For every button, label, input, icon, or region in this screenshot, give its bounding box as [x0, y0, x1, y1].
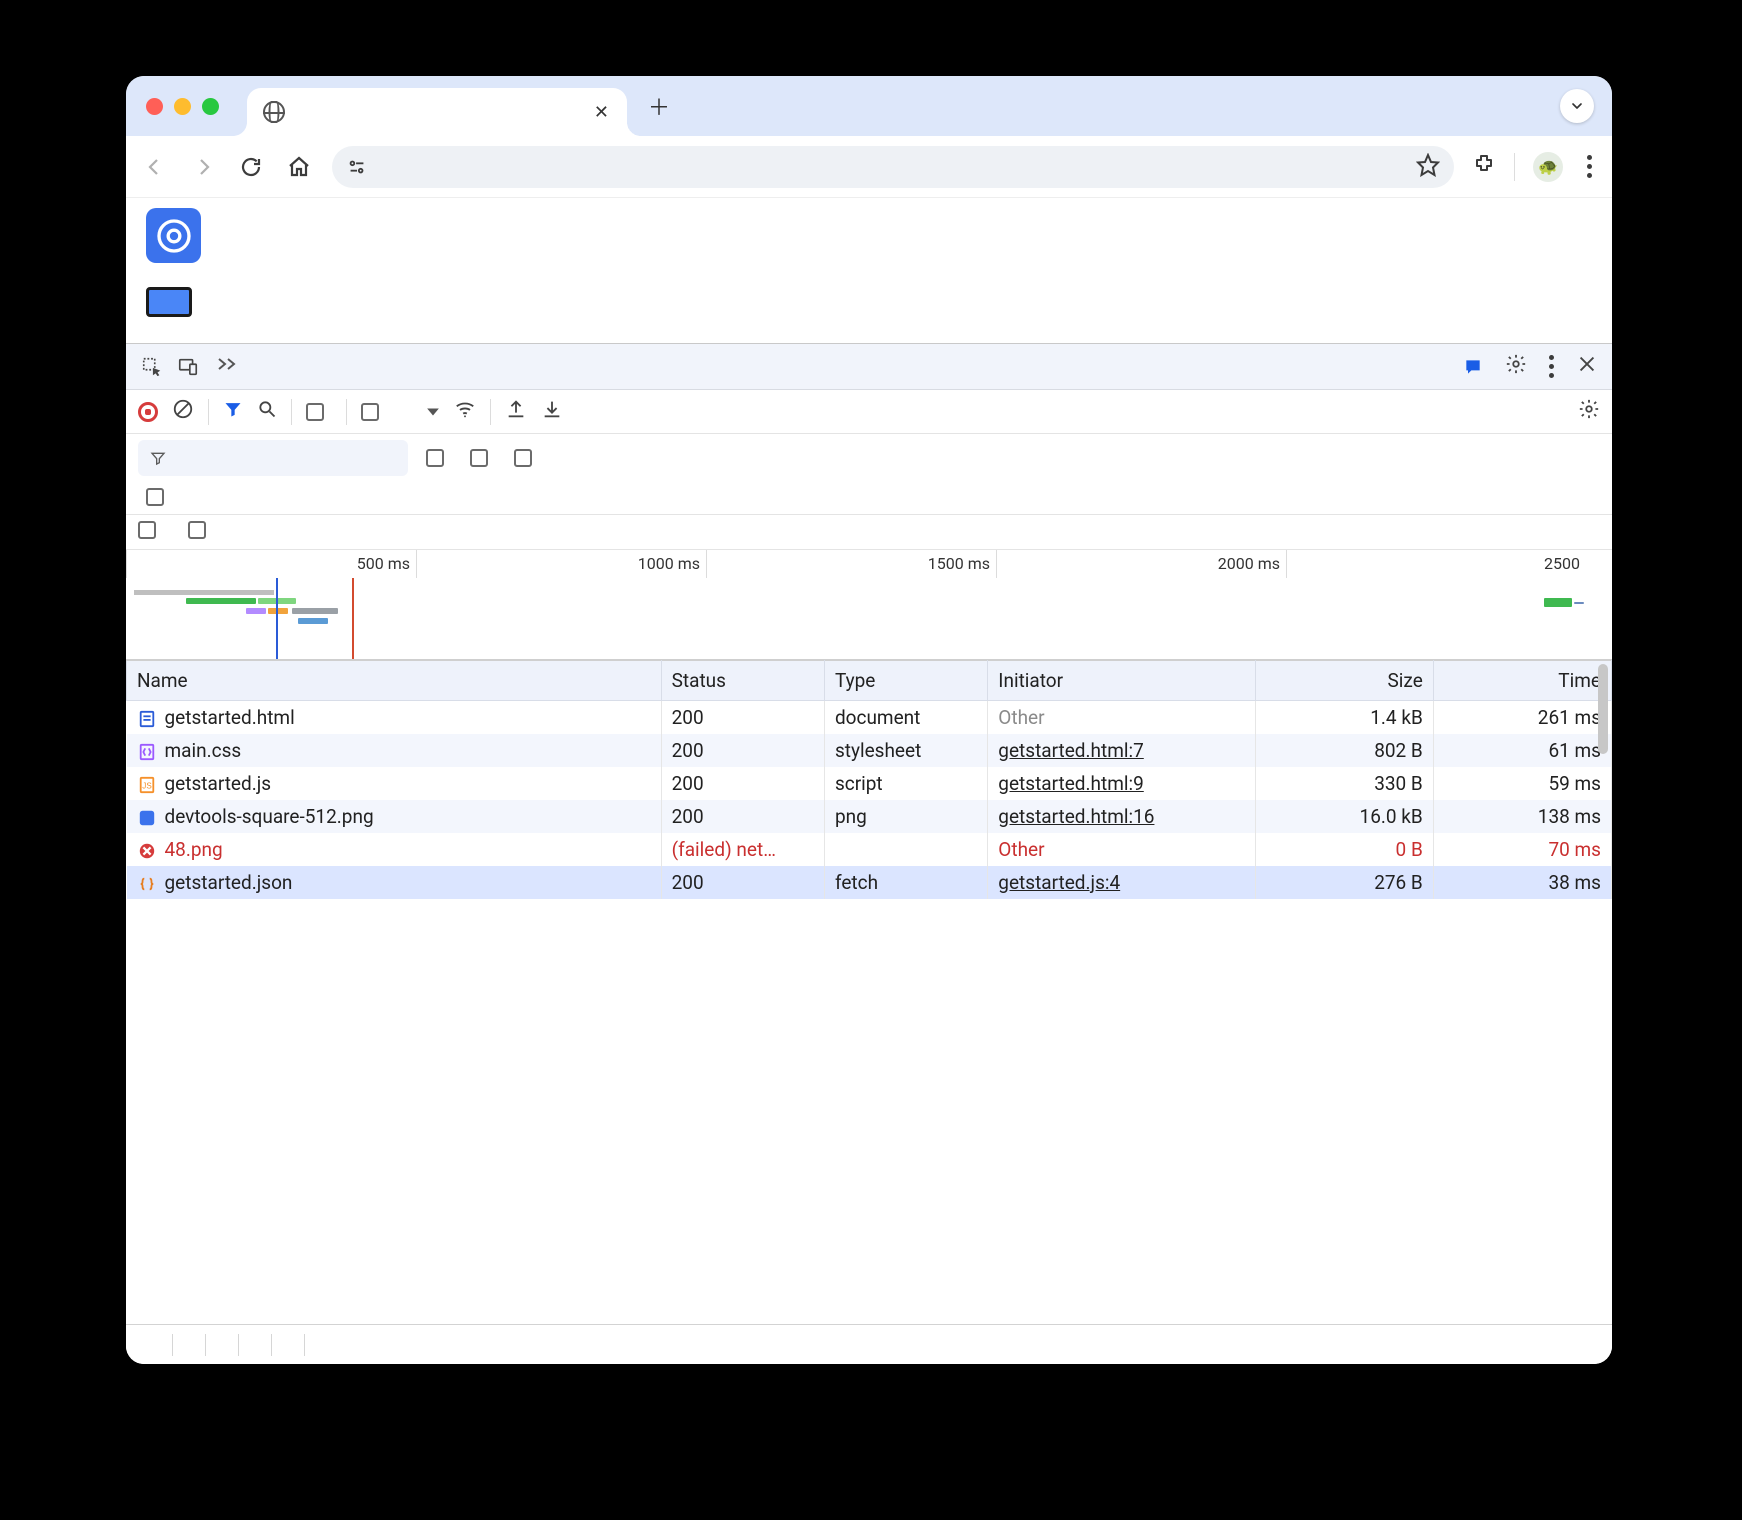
svg-text:JS: JS — [142, 782, 152, 791]
hide-data-urls-checkbox[interactable] — [470, 449, 496, 467]
browser-tab[interactable]: ✕ — [247, 88, 627, 136]
request-row[interactable]: JSgetstarted.js200scriptgetstarted.html:… — [127, 767, 1612, 800]
file-type-icon — [137, 874, 157, 894]
network-settings-button[interactable] — [1578, 398, 1600, 425]
initiator-link[interactable]: getstarted.html:16 — [998, 805, 1154, 828]
extensions-button[interactable] — [1472, 153, 1496, 181]
import-har-button[interactable] — [541, 398, 563, 425]
file-type-icon — [137, 742, 157, 762]
close-window-button[interactable] — [146, 98, 163, 115]
hide-extension-urls-checkbox[interactable] — [514, 449, 540, 467]
blocked-requests-checkbox[interactable] — [138, 521, 164, 539]
column-type[interactable]: Type — [824, 661, 987, 701]
clear-button[interactable] — [172, 398, 194, 425]
browser-toolbar: 🐢 — [126, 136, 1612, 198]
minimize-window-button[interactable] — [174, 98, 191, 115]
filter-toggle-button[interactable] — [223, 399, 243, 424]
file-type-icon — [137, 841, 157, 861]
separator — [1514, 153, 1515, 181]
block-filter-row — [126, 515, 1612, 550]
record-button[interactable] — [138, 402, 158, 422]
reload-button[interactable] — [236, 152, 266, 182]
chat-icon — [1463, 357, 1483, 377]
close-devtools-button[interactable] — [1576, 353, 1598, 380]
file-type-icon: JS — [137, 775, 157, 795]
titlebar: ✕ ＋ — [126, 76, 1612, 136]
request-row[interactable]: getstarted.json200fetchgetstarted.js:427… — [127, 866, 1612, 899]
bookmark-button[interactable] — [1416, 153, 1440, 181]
devtools-menu-button[interactable] — [1543, 355, 1560, 378]
column-initiator[interactable]: Initiator — [988, 661, 1255, 701]
preserve-log-checkbox[interactable] — [306, 403, 332, 421]
vertical-scrollbar[interactable] — [1596, 660, 1610, 1324]
network-table: NameStatusTypeInitiatorSizeTime getstart… — [126, 660, 1612, 1324]
request-row[interactable]: main.css200stylesheetgetstarted.html:780… — [127, 734, 1612, 767]
network-toolbar — [126, 390, 1612, 434]
resource-type-filter — [126, 482, 1612, 515]
new-tab-button[interactable]: ＋ — [641, 88, 677, 124]
chevron-down-icon — [1569, 98, 1585, 114]
column-time[interactable]: Time — [1433, 661, 1611, 701]
initiator-link[interactable]: getstarted.html:7 — [998, 739, 1143, 762]
window-controls — [146, 98, 219, 115]
back-button[interactable] — [140, 152, 170, 182]
filter-input[interactable] — [138, 440, 408, 476]
invert-checkbox[interactable] — [426, 449, 452, 467]
disable-cache-checkbox[interactable] — [361, 403, 387, 421]
file-type-icon — [137, 808, 157, 828]
profile-button[interactable]: 🐢 — [1533, 152, 1563, 182]
request-row[interactable]: devtools-square-512.png200pnggetstarted.… — [127, 800, 1612, 833]
initiator-link[interactable]: getstarted.js:4 — [998, 871, 1120, 894]
network-conditions-button[interactable] — [454, 398, 476, 425]
file-type-icon — [137, 709, 157, 729]
forward-button[interactable] — [188, 152, 218, 182]
home-button[interactable] — [284, 152, 314, 182]
blocked-cookies-checkbox[interactable] — [146, 488, 172, 506]
close-tab-button[interactable]: ✕ — [590, 102, 613, 123]
column-name[interactable]: Name — [127, 661, 662, 701]
filter-row — [126, 434, 1612, 482]
funnel-icon — [150, 450, 166, 466]
issues-button[interactable] — [1463, 357, 1489, 377]
device-toolbar-button[interactable] — [170, 356, 206, 378]
export-har-button[interactable] — [505, 398, 527, 425]
page-content — [126, 198, 1612, 343]
devtools-logo-icon — [146, 208, 201, 263]
initiator-link[interactable]: getstarted.html:9 — [998, 772, 1143, 795]
tab-search-button[interactable] — [1560, 89, 1594, 123]
request-row[interactable]: getstarted.html200documentOther1.4 kB261… — [127, 701, 1612, 735]
browser-window: ✕ ＋ 🐢 — [126, 76, 1612, 1364]
status-bar — [126, 1324, 1612, 1364]
column-size[interactable]: Size — [1255, 661, 1433, 701]
fullscreen-window-button[interactable] — [202, 98, 219, 115]
overview-timeline[interactable]: 500 ms1000 ms1500 ms2000 ms2500 — [126, 550, 1612, 660]
search-button[interactable] — [257, 399, 277, 424]
timeline-tick: 500 ms — [126, 550, 416, 578]
timeline-tick: 1500 ms — [706, 550, 996, 578]
more-tabs-button[interactable] — [206, 355, 250, 378]
settings-button[interactable] — [1505, 353, 1527, 380]
third-party-checkbox[interactable] — [188, 521, 214, 539]
timeline-tick: 2500 — [1286, 550, 1586, 578]
request-row[interactable]: 48.png(failed) net…Other0 B70 ms — [127, 833, 1612, 866]
throttling-select[interactable] — [401, 400, 440, 423]
site-settings-icon[interactable] — [346, 156, 368, 178]
globe-icon — [263, 101, 285, 123]
address-bar[interactable] — [332, 146, 1454, 188]
inspect-element-button[interactable] — [134, 356, 170, 378]
timeline-tick: 1000 ms — [416, 550, 706, 578]
devtools-tabs — [126, 344, 1612, 390]
menu-button[interactable] — [1581, 155, 1598, 178]
get-data-button[interactable] — [146, 287, 192, 317]
column-status[interactable]: Status — [661, 661, 824, 701]
devtools-panel: 500 ms1000 ms1500 ms2000 ms2500 Nam — [126, 343, 1612, 1364]
timeline-tick: 2000 ms — [996, 550, 1286, 578]
